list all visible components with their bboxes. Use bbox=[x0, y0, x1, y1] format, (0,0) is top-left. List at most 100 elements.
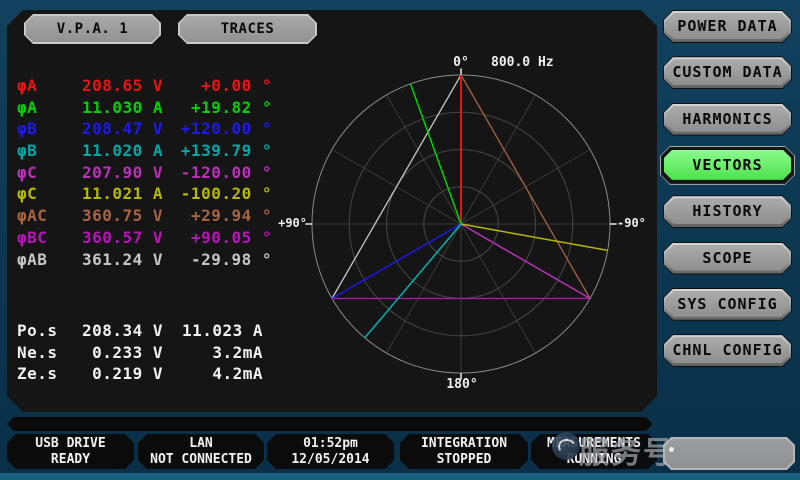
phase-angle: +90.05 ° bbox=[163, 228, 272, 247]
sequence-row: Ne.s0.233 V3.2mA bbox=[17, 343, 263, 365]
status-line2: NOT CONNECTED bbox=[150, 452, 252, 468]
phase-label: φA bbox=[17, 76, 37, 95]
vector-phiB-voltage bbox=[332, 224, 461, 299]
traces-button[interactable]: TRACES bbox=[178, 14, 317, 44]
sequence-current: 11.023 A bbox=[163, 321, 263, 340]
button-bevel: CUSTOM DATA bbox=[664, 57, 791, 88]
phase-value: 11.020 A bbox=[57, 141, 163, 160]
watermark-box-inner bbox=[665, 439, 793, 468]
vpa-select-button[interactable]: V.P.A. 1 bbox=[24, 14, 161, 44]
phase-measurements-table: φA208.65 V+0.00 °φA11.030 A+19.82 °φB208… bbox=[17, 76, 272, 271]
button-label: SCOPE bbox=[666, 245, 789, 271]
button-label: HISTORY bbox=[666, 198, 789, 224]
sequence-label: Po.s bbox=[17, 321, 58, 340]
button-bevel: CHNL CONFIG bbox=[664, 335, 791, 366]
sequence-row: Ze.s0.219 V4.2mA bbox=[17, 364, 263, 386]
sequence-summary-table: Po.s208.34 V11.023 ANe.s0.233 V3.2mAZe.s… bbox=[17, 321, 263, 386]
lan-status: LANNOT CONNECTED bbox=[138, 434, 264, 469]
phase-row: φA 208.65 V+0.00 ° bbox=[17, 76, 272, 98]
watermark-box bbox=[663, 437, 795, 470]
phase-angle: +29.94 ° bbox=[163, 206, 272, 225]
phase-label: φC bbox=[17, 163, 37, 182]
phase-value: 11.030 A bbox=[57, 98, 163, 117]
polar-label-plus90: +90° bbox=[267, 216, 307, 230]
button-label: CHNL CONFIG bbox=[666, 337, 789, 363]
sidebar-menu: POWER DATA CUSTOM DATA HARMONICS VECTORS HIS… bbox=[660, 0, 800, 480]
button-bevel: POWER DATA bbox=[664, 11, 791, 42]
phase-value: 207.90 V bbox=[57, 163, 163, 182]
phase-angle: -100.20 ° bbox=[163, 184, 272, 203]
phase-angle: -29.98 ° bbox=[163, 250, 272, 269]
clock-date: 01:52pm12/05/2014 bbox=[267, 434, 394, 469]
vector-polar-chart bbox=[301, 48, 621, 388]
sidebar-button-power-data[interactable]: POWER DATA bbox=[663, 10, 792, 43]
button-label: POWER DATA bbox=[666, 13, 789, 39]
phase-value: 360.57 V bbox=[57, 228, 163, 247]
button-bevel: SCOPE bbox=[664, 243, 791, 274]
watermark-dot bbox=[669, 447, 674, 452]
phase-value: 11.021 A bbox=[57, 184, 163, 203]
phase-label: φAB bbox=[17, 250, 47, 269]
sequence-voltage: 208.34 V bbox=[57, 321, 163, 340]
phase-label: φBC bbox=[17, 228, 47, 247]
usb-drive-status: USB DRIVEREADY bbox=[7, 434, 134, 469]
polar-label-0deg: 0° bbox=[446, 55, 476, 70]
phase-row: φA11.030 A+19.82 ° bbox=[17, 98, 272, 120]
status-line2: STOPPED bbox=[437, 452, 492, 468]
sidebar-button-vectors[interactable]: VECTORS bbox=[660, 146, 795, 185]
frequency-label: 800.0 Hz bbox=[491, 55, 571, 70]
phase-value: 208.65 V bbox=[57, 76, 163, 95]
button-bevel: HARMONICS bbox=[664, 104, 791, 135]
phase-label: φA bbox=[17, 98, 37, 117]
bottom-edge-band bbox=[0, 473, 800, 480]
vector-phiA-current bbox=[410, 84, 461, 224]
message-bar bbox=[7, 417, 653, 431]
polar-label-minus90: -90° bbox=[617, 216, 661, 230]
button-bevel: VECTORS bbox=[661, 147, 794, 184]
power-analyzer-screen: V.P.A. 1 TRACES φA 208.65 V+0.00 ° φA 11.03… bbox=[0, 0, 800, 480]
phase-row: φAB 361.24 V-29.98 ° bbox=[17, 250, 272, 272]
traces-label: TRACES bbox=[180, 16, 315, 42]
phase-angle: +0.00 ° bbox=[163, 76, 272, 95]
phase-row: φB 11.020 A+139.79 ° bbox=[17, 141, 272, 163]
button-label: CUSTOM DATA bbox=[666, 59, 789, 85]
phase-angle: +120.00 ° bbox=[163, 119, 272, 138]
chord-phiAB bbox=[332, 75, 461, 299]
sidebar-button-custom-data[interactable]: CUSTOM DATA bbox=[663, 56, 792, 89]
status-line1: INTEGRATION bbox=[421, 436, 507, 452]
phase-value: 361.24 V bbox=[57, 250, 163, 269]
phase-label: φAC bbox=[17, 206, 47, 225]
sidebar-button-history[interactable]: HISTORY bbox=[663, 195, 792, 228]
vector-phiB-current bbox=[365, 224, 461, 338]
sequence-current: 4.2mA bbox=[163, 364, 263, 383]
sequence-label: Ze.s bbox=[17, 364, 58, 383]
status-line1: 01:52pm bbox=[303, 436, 358, 452]
sequence-row: Po.s208.34 V11.023 A bbox=[17, 321, 263, 343]
status-line1: LAN bbox=[189, 436, 212, 452]
phase-label: φB bbox=[17, 119, 37, 138]
polar-label-180: 180° bbox=[442, 377, 482, 392]
sequence-voltage: 0.219 V bbox=[57, 364, 163, 383]
button-label: HARMONICS bbox=[666, 106, 789, 132]
sequence-voltage: 0.233 V bbox=[57, 343, 163, 362]
button-bevel: SYS CONFIG bbox=[664, 289, 791, 320]
integration-status: INTEGRATIONSTOPPED bbox=[400, 434, 528, 469]
watermark-logo-icon bbox=[552, 432, 580, 460]
status-line2: READY bbox=[51, 452, 90, 468]
vpa-select-label: V.P.A. 1 bbox=[26, 16, 159, 42]
chord-phiAC bbox=[461, 75, 590, 299]
phase-row: φC207.90 V-120.00 ° bbox=[17, 163, 272, 185]
phase-row: φB 208.47 V+120.00 ° bbox=[17, 119, 272, 141]
phase-value: 208.47 V bbox=[57, 119, 163, 138]
phase-row: φBC 360.57 V+90.05 ° bbox=[17, 228, 272, 250]
sidebar-button-scope[interactable]: SCOPE bbox=[663, 242, 792, 275]
sidebar-button-sys-config[interactable]: SYS CONFIG bbox=[663, 288, 792, 321]
phase-angle: +139.79 ° bbox=[163, 141, 272, 160]
sidebar-button-chnl-config[interactable]: CHNL CONFIG bbox=[663, 334, 792, 367]
sidebar-button-harmonics[interactable]: HARMONICS bbox=[663, 103, 792, 136]
phase-label: φB bbox=[17, 141, 37, 160]
sequence-current: 3.2mA bbox=[163, 343, 263, 362]
phase-value: 360.75 V bbox=[57, 206, 163, 225]
status-line2: 12/05/2014 bbox=[291, 452, 369, 468]
button-label: VECTORS bbox=[664, 150, 791, 180]
